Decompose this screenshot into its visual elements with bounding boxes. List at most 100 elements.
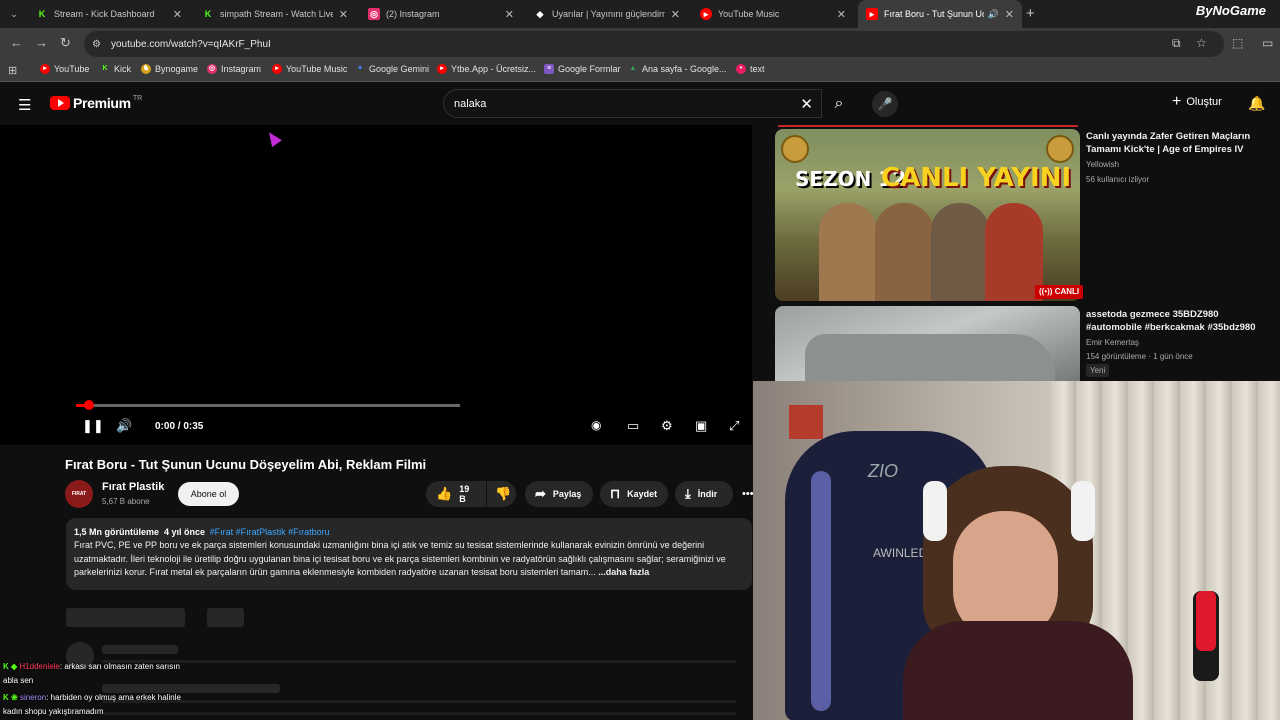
hamburger-menu-icon[interactable]: ☰ [18,96,31,114]
emblem-icon [781,135,809,163]
recommendation-channel[interactable]: Yellowish [1086,160,1119,169]
close-icon[interactable]: ✕ [505,8,514,21]
channel-name[interactable]: Fırat Plastik [102,481,164,493]
recommendation-title[interactable]: assetoda gezmece 35BDZ980 #automobile #b… [1086,308,1276,334]
fullscreen-icon[interactable]: ⤢ [729,418,739,434]
more-actions-icon[interactable]: ••• [742,488,754,500]
tab-kick-dashboard[interactable]: K Stream - Kick Dashboard ✕ [28,0,190,28]
volume-icon[interactable]: 🔊 [116,418,132,434]
speaker-icon[interactable]: 🔊 [988,9,999,20]
download-button[interactable]: ⤓ İndir [675,481,733,507]
share-button[interactable]: ➦ Paylaş [525,481,593,507]
tab-youtube-video[interactable]: ▸ Fırat Boru - Tut Şunun Ucunu 🔊 ✕ [858,0,1022,28]
bookmark-youtube[interactable]: ▸ YouTube [40,64,89,74]
kick-icon: K [102,65,108,72]
settings-gear-icon[interactable]: ⚙ [661,418,673,434]
search-icon[interactable]: ⌕ [822,89,856,118]
reload-icon[interactable]: ↻ [60,35,71,51]
download-label: İndir [697,489,718,499]
dislike-button[interactable]: 👎 [487,481,516,507]
cast-icon[interactable]: ⧉ [1172,36,1181,51]
microphone-icon[interactable]: 🎤 [872,91,898,117]
bookmark-text[interactable]: • text [736,64,765,74]
bookmark-label: Bynogame [155,64,199,74]
channel-avatar[interactable]: FIRAT [65,480,93,508]
subscribe-button[interactable]: Abone ol [178,482,239,506]
create-label: Oluştur [1186,96,1222,108]
loading-placeholder [102,700,736,703]
progress-bar[interactable] [76,404,460,407]
tab-streamlabs-alerts[interactable]: ◆ Uyarılar | Yayınını güçlendirmek ✕ [526,0,688,28]
progress-scrubber[interactable] [84,400,94,410]
address-bar[interactable]: ⚙ youtube.com/watch?v=qIAKrF_PhuI [84,31,1224,57]
browser-toolbar: ← → ↻ ⚙ youtube.com/watch?v=qIAKrF_PhuI … [0,28,1280,60]
close-icon[interactable]: ✕ [1005,8,1014,21]
upload-age: 4 yıl önce [164,527,206,537]
bookmark-ytbe-app[interactable]: ▸ Ytbe.App - Ücretsiz... [437,64,536,74]
loading-placeholder [102,660,736,663]
new-tab-button[interactable]: + [1026,5,1035,22]
close-icon[interactable]: ✕ [671,8,680,21]
hashtags[interactable]: #Fırat #FıratPlastik #Fıratboru [210,527,330,537]
tab-youtube-music[interactable]: ▸ YouTube Music ✕ [692,0,854,28]
bookmark-star-icon[interactable]: ☆ [1196,36,1207,50]
bookmark-youtube-music[interactable]: ▸ YouTube Music [272,64,347,74]
bookmark-google-gemini[interactable]: ✦ Google Gemini [355,64,429,74]
create-button[interactable]: + Oluştur [1172,93,1222,110]
recommendation-thumbnail[interactable]: SEZON 12 CANLI YAYINI [775,129,1080,301]
subtitles-icon[interactable]: ▭ [627,418,639,434]
close-icon[interactable]: ✕ [339,8,348,21]
thumbnail-figure [819,203,877,301]
share-label: Paylaş [552,489,582,499]
autoplay-toggle-icon[interactable]: ◉ [591,418,601,432]
clear-search-icon[interactable]: ✕ [800,95,813,113]
tab-instagram[interactable]: ◎ (2) Instagram ✕ [360,0,522,28]
tab-kick-stream[interactable]: K simpath Stream - Watch Live on Kick ✕ [194,0,356,28]
thumbnail-text: CANLI YAYINI [881,163,1072,193]
back-arrow-icon[interactable]: ← [10,35,23,50]
theater-mode-icon[interactable]: ▣ [695,418,707,434]
close-icon[interactable]: ✕ [837,8,846,21]
instagram-icon: ◎ [207,64,217,74]
recommendation-channel[interactable]: Emir Kemertaş [1086,338,1139,347]
webcam-overlay: ZIO AWINLED [753,381,1280,720]
bookmark-label: Ana sayfa - Google... [642,64,727,74]
recommendation-thumbnail[interactable] [775,306,1080,386]
like-button[interactable]: 👍 19 B [426,481,486,507]
pause-icon[interactable]: ❚❚ [82,418,104,434]
video-player[interactable] [0,125,752,445]
site-info-icon[interactable]: ⚙ [92,39,101,50]
bookmark-google-drive[interactable]: ▲ Ana sayfa - Google... [628,64,727,74]
logo-text: Premium [73,95,131,111]
youtube-premium-logo[interactable]: Premium TR [50,95,142,111]
apps-grid-icon[interactable]: ⊞ [8,64,17,77]
bookmark-kick[interactable]: K Kick [100,64,131,74]
save-button[interactable]: ⊓ Kaydet [600,481,668,507]
forward-arrow-icon[interactable]: → [35,35,48,50]
notifications-bell-icon[interactable]: 🔔 [1248,95,1265,112]
youtube-header: ☰ Premium TR nalaka ✕ ⌕ 🎤 + Oluştur 🔔 [0,83,1280,125]
tab-title: YouTube Music [718,9,780,19]
tab-search-button[interactable]: ⌄ [4,4,24,24]
kick-badge-icon: K ◆ [3,662,18,671]
description-box[interactable]: 1,5 Mn görüntüleme 4 yıl önce #Fırat #Fı… [66,518,752,590]
bookmark-label: Instagram [221,64,262,74]
show-more-link[interactable]: ...daha fazla [598,567,649,577]
youtube-icon: ▸ [437,64,447,74]
profile-icon[interactable]: ▭ [1262,36,1273,50]
bookmark-instagram[interactable]: ◎ Instagram [207,64,261,74]
youtube-music-icon: ▸ [272,64,282,74]
plus-icon: + [1172,93,1182,110]
thumbs-up-icon: 👍 [436,486,453,501]
chat-message: K ◆ H1ddenlele: arkası sarı olmasın zate… [3,662,180,671]
live-badge: ((•)) CANLI [1035,285,1084,299]
recommendation-title[interactable]: Canlı yayında Zafer Getiren Maçların Tam… [1086,130,1266,156]
tab-title: simpath Stream - Watch Live on Kick [220,9,333,19]
youtube-icon: ▸ [40,64,50,74]
extensions-icon[interactable]: ⬚ [1232,36,1243,50]
bookmark-google-forms[interactable]: ≡ Google Formlar [544,64,621,74]
close-icon[interactable]: ✕ [173,8,182,21]
bookmark-bynogame[interactable]: ♞ Bynogame [141,64,198,74]
search-input[interactable]: nalaka ✕ [443,89,822,118]
chat-username: H1ddenlele [19,662,60,671]
